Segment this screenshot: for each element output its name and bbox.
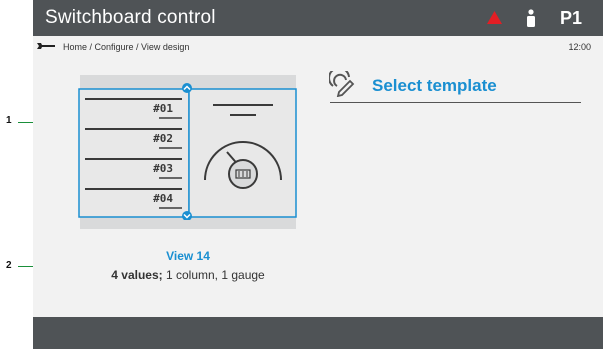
template-divider [330, 102, 581, 103]
view-preview[interactable]: #01 #02 #03 #04 [73, 80, 301, 220]
view-description: 4 values; 1 column, 1 gauge [33, 268, 343, 282]
clock: 12:00 [568, 42, 591, 52]
user-icon[interactable] [526, 9, 536, 27]
device-screen: Switchboard control P1 Home / Configure … [33, 0, 603, 349]
select-template-link[interactable]: Select template [372, 76, 497, 96]
row-label: #02 [153, 132, 173, 145]
callout-2-number: 2 [6, 260, 12, 271]
alarm-icon[interactable] [487, 11, 502, 24]
row-label: #01 [153, 102, 173, 115]
view-layout-desc: 1 column, 1 gauge [162, 268, 265, 282]
breadcrumb: Home / Configure / View design 12:00 [33, 36, 603, 58]
page-id: P1 [560, 8, 583, 28]
row-label: #04 [153, 192, 173, 205]
view-name: View 14 [166, 249, 210, 263]
scroll-up-icon[interactable] [182, 83, 192, 93]
bottom-bar [33, 317, 603, 349]
breadcrumb-path[interactable]: Home / Configure / View design [63, 42, 189, 52]
top-bar: Switchboard control P1 [33, 0, 603, 36]
row-label: #03 [153, 162, 173, 175]
view-value-count: 4 values; [111, 268, 163, 282]
template-icon[interactable] [329, 71, 355, 97]
callout-1-number: 1 [6, 115, 12, 126]
page-title: Switchboard control [45, 7, 216, 28]
wrench-icon [37, 43, 55, 49]
